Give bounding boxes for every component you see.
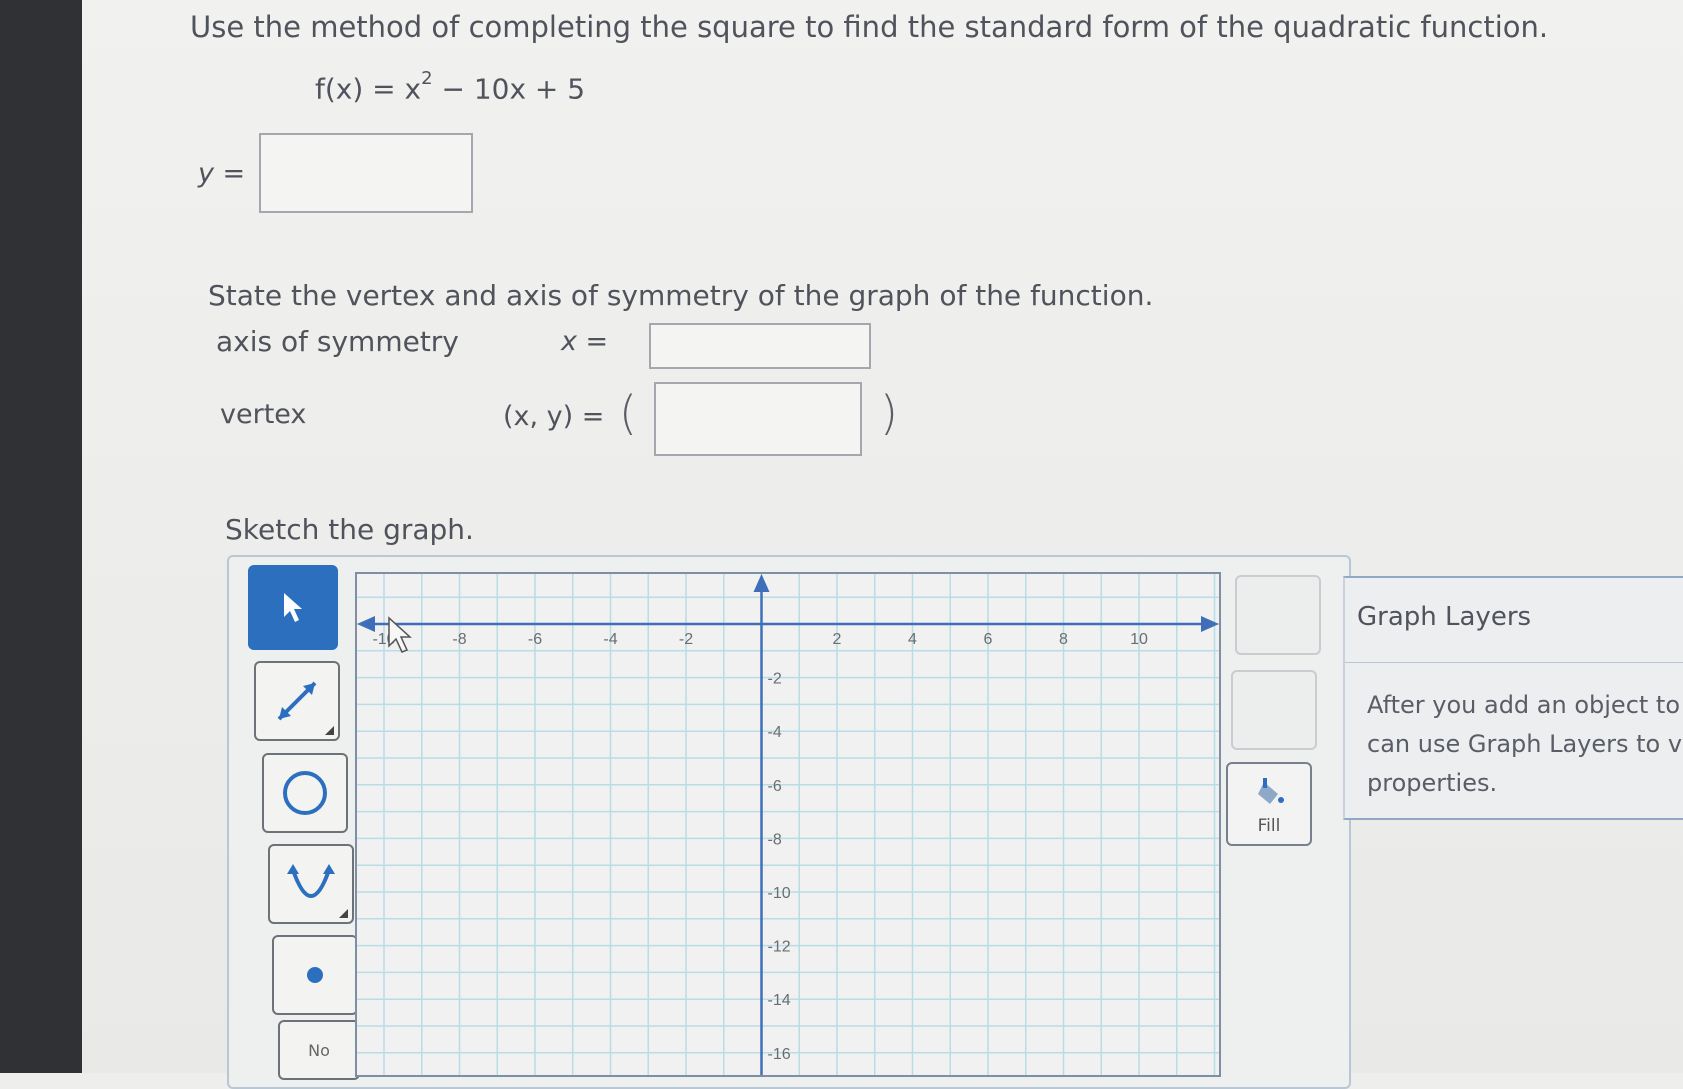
y-tick-label: -6 <box>768 778 782 795</box>
line-tool-menu-corner <box>325 726 334 735</box>
paint-bucket-icon <box>1258 778 1284 804</box>
x-equals-label: x = <box>561 326 609 357</box>
y-tick-label: -16 <box>768 1046 791 1063</box>
x-tick-label: 4 <box>908 631 917 648</box>
line-segment-icon <box>277 681 317 721</box>
y-tick-label: -14 <box>768 992 791 1009</box>
x-tick-label: -8 <box>452 631 466 648</box>
circle-icon <box>283 771 327 815</box>
y-tick-label: -4 <box>768 724 782 741</box>
graph-layers-panel: Graph Layers After you add an object to … <box>1343 576 1683 820</box>
parabola-tool-menu-corner <box>339 909 348 918</box>
delete-button[interactable] <box>1231 670 1317 750</box>
point-icon <box>307 967 323 983</box>
vertex-open-paren: ( <box>619 386 637 440</box>
x-tick-label: 2 <box>833 631 842 648</box>
coordinate-plane[interactable]: -10 -8 -6 -4 -2 2 4 6 8 10 -2 -4 -6 -8 -10 -12 -14 -16 <box>355 572 1221 1077</box>
screen-bezel <box>0 0 82 1073</box>
parabola-icon <box>287 864 335 898</box>
x-axis-arrow-left <box>357 616 375 632</box>
no-solution-button[interactable]: No <box>278 1020 360 1080</box>
x-tick-label: -4 <box>603 631 617 648</box>
vertex-input[interactable] <box>654 382 862 456</box>
graph-layers-help-line: properties. <box>1367 769 1498 797</box>
standard-form-input[interactable] <box>259 133 473 213</box>
point-tool-button[interactable] <box>272 935 358 1015</box>
graph-layers-divider <box>1345 662 1683 663</box>
vertex-eq-label: (x, y) = <box>503 401 605 432</box>
fill-label: Fill <box>1257 816 1281 836</box>
vertex-label: vertex <box>220 399 307 430</box>
x-tick-label: 6 <box>984 631 993 648</box>
graph-layers-help: After you add an object to t can use Gra… <box>1367 686 1683 803</box>
x-tick-label: 10 <box>1130 631 1148 648</box>
x-tick-label: 8 <box>1059 631 1068 648</box>
y-tick-label: -10 <box>768 885 791 902</box>
axis-of-symmetry-label: axis of symmetry <box>216 325 459 358</box>
function-exponent: 2 <box>421 68 433 89</box>
axis-of-symmetry-input[interactable] <box>649 323 871 369</box>
x-tick-label: -2 <box>679 631 693 648</box>
coordinate-grid-svg[interactable]: -10 -8 -6 -4 -2 2 4 6 8 10-2-4-6-8-10-12-14-16 <box>357 574 1219 1075</box>
fill-button[interactable]: Fill <box>1226 762 1312 846</box>
y-axis-arrow-up <box>753 574 770 592</box>
undo-button[interactable] <box>1235 575 1321 655</box>
line-tool-button[interactable] <box>254 661 340 741</box>
vertex-close-paren: ) <box>880 386 898 440</box>
function-expression: f(x) = x2 − 10x + 5 <box>315 68 586 106</box>
parabola-tool-button[interactable] <box>268 844 354 924</box>
graph-layers-help-line: After you add an object to t <box>1367 691 1683 719</box>
vertex-axis-instruction: State the vertex and axis of symmetry of… <box>208 279 1154 312</box>
y-tick-label: -8 <box>768 831 782 848</box>
graph-layers-help-line: can use Graph Layers to vi <box>1367 730 1683 758</box>
select-tool-button[interactable] <box>248 565 338 650</box>
x-axis-arrow-right <box>1201 616 1219 632</box>
function-remainder: − 10x + 5 <box>432 72 586 106</box>
graph-layers-title: Graph Layers <box>1357 602 1532 632</box>
x-tick-label: -6 <box>528 631 542 648</box>
circle-tool-button[interactable] <box>262 753 348 833</box>
y-equals-label: y = <box>198 158 246 189</box>
y-tick-label: -2 <box>768 671 782 688</box>
sketch-instruction: Sketch the graph. <box>225 513 474 546</box>
y-tick-label: -12 <box>768 939 791 956</box>
arrow-pointer-icon <box>284 592 302 622</box>
function-base: f(x) = x <box>315 72 422 106</box>
question-instruction: Use the method of completing the square … <box>190 10 1549 44</box>
